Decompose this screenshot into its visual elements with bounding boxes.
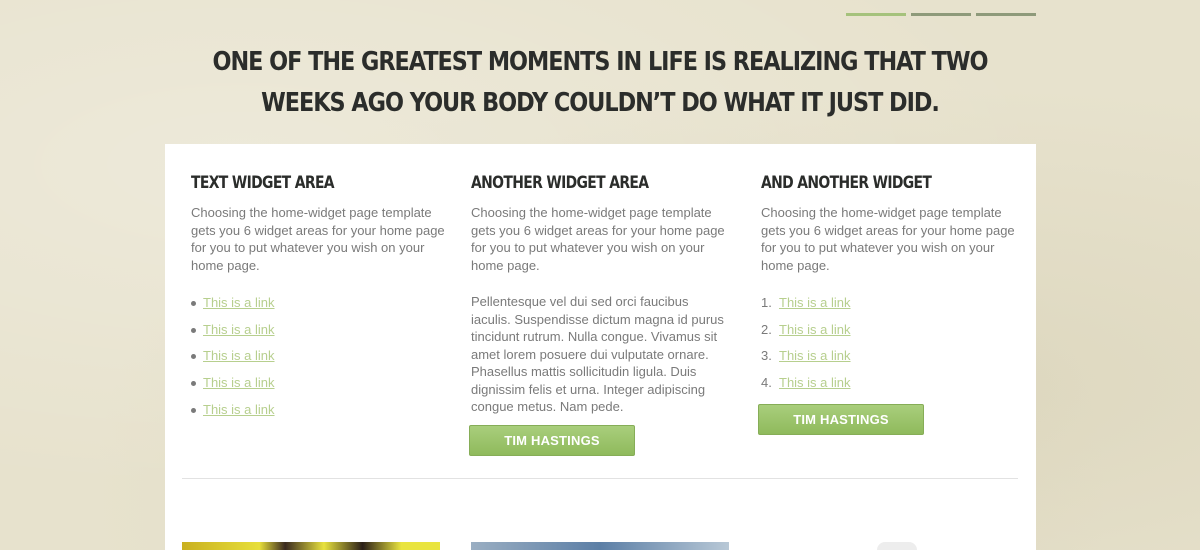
list-item: This is a link (191, 322, 447, 349)
list-item: 1. This is a link (761, 295, 851, 310)
widget-title: ANOTHER WIDGET AREA (471, 173, 649, 193)
widget-text: Choosing the home-widget page template g… (191, 205, 445, 273)
slider-pagination (846, 13, 1036, 16)
list-item: This is a link (191, 295, 447, 322)
slider-dot-2[interactable] (911, 13, 971, 16)
list-item: This is a link (191, 375, 447, 402)
tim-hastings-button[interactable]: TIM HASTINGS (758, 404, 924, 435)
text-widget: TEXT WIDGET AREA Choosing the home-widge… (191, 172, 447, 428)
widget-title: TEXT WIDGET AREA (191, 173, 335, 193)
widget-text: Choosing the home-widget page template g… (471, 205, 725, 273)
widget-link[interactable]: This is a link (203, 375, 275, 390)
widget-link[interactable]: This is a link (203, 348, 275, 363)
widget-link[interactable]: This is a link (203, 295, 275, 310)
featured-image-object[interactable] (877, 542, 917, 550)
another-widget: ANOTHER WIDGET AREA Choosing the home-wi… (471, 172, 729, 416)
slider-dot-3[interactable] (976, 13, 1036, 16)
link-list: This is a link This is a link This is a … (191, 295, 447, 428)
list-item: 3. This is a link (761, 348, 851, 364)
featured-image-people[interactable] (182, 542, 440, 550)
featured-image-sky[interactable] (471, 542, 729, 550)
list-item: This is a link (191, 348, 447, 375)
tim-hastings-button[interactable]: TIM HASTINGS (469, 425, 635, 456)
widget-link[interactable]: This is a link (203, 402, 275, 417)
hero-quote-headline: ONE OF THE GREATEST MOMENTS IN LIFE IS R… (212, 47, 989, 118)
widget-link[interactable]: This is a link (779, 295, 851, 310)
widget-link[interactable]: This is a link (779, 348, 851, 363)
widget-text: Choosing the home-widget page template g… (761, 205, 1015, 273)
widget-link[interactable]: This is a link (779, 375, 851, 390)
widget-title: AND ANOTHER WIDGET (761, 173, 932, 193)
slider-dot-1[interactable] (846, 13, 906, 16)
widget-link[interactable]: This is a link (779, 322, 851, 337)
numbered-link-list: 1. This is a link 2. This is a link 3. This… (761, 295, 1017, 402)
and-another-widget: AND ANOTHER WIDGET Choosing the home-wid… (761, 172, 1017, 402)
home-widgets-panel: TEXT WIDGET AREA Choosing the home-widge… (165, 144, 1036, 550)
list-item: 4. This is a link (761, 375, 851, 391)
list-item: 2. This is a link (761, 321, 851, 337)
list-item: This is a link (191, 402, 447, 429)
section-divider (182, 478, 1018, 479)
widget-link[interactable]: This is a link (203, 322, 275, 337)
widget-body-text: Pellentesque vel dui sed orci faucibus i… (471, 294, 724, 414)
